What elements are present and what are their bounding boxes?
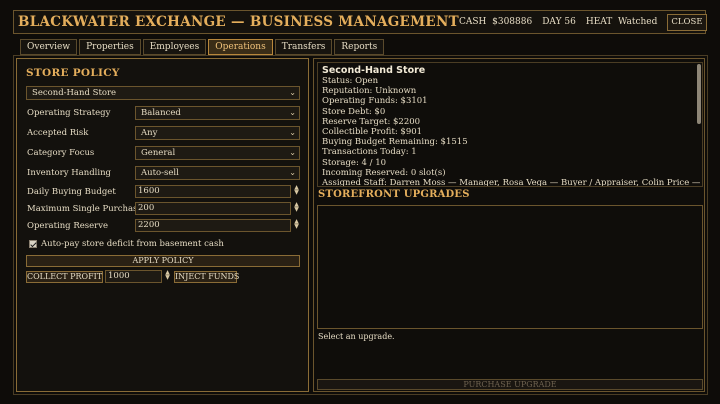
- cash-label: CASH: [458, 17, 487, 27]
- info-line: Reputation: Unknown: [322, 86, 417, 97]
- upgrades-heading: STOREFRONT UPGRADES: [318, 189, 470, 200]
- heat-stat: HEAT Watched: [586, 17, 658, 27]
- category-focus-label: Category Focus: [27, 148, 95, 158]
- max-purchase-stepper[interactable]: ▲ ▼: [292, 202, 301, 215]
- header-stats: CASH $308886 DAY 56 HEAT Watched CLOSE: [459, 13, 707, 31]
- tab-employees[interactable]: Employees: [142, 39, 207, 55]
- cash-stat: CASH $308886: [459, 17, 532, 27]
- max-purchase-label: Maximum Single Purchase: [27, 204, 143, 214]
- day-label: DAY: [542, 17, 562, 27]
- chevron-down-icon: ⌄: [289, 128, 296, 137]
- tab-properties[interactable]: Properties: [79, 39, 141, 55]
- daily-budget-input[interactable]: 1600: [135, 185, 291, 198]
- tab-overview[interactable]: Overview: [20, 39, 78, 55]
- store-info-box: Second-Hand Store Status: Open Reputatio…: [317, 62, 703, 187]
- info-line: Reserve Target: $2200: [322, 116, 421, 127]
- upgrades-list[interactable]: [317, 205, 703, 329]
- operating-reserve-stepper[interactable]: ▲ ▼: [292, 219, 301, 232]
- cash-value: $308886: [492, 17, 533, 27]
- collect-profit-button[interactable]: COLLECT PROFIT: [26, 271, 103, 283]
- app-title: BLACKWATER EXCHANGE — BUSINESS MANAGEMEN…: [18, 14, 459, 30]
- accepted-risk-label: Accepted Risk: [27, 128, 89, 138]
- operating-reserve-input[interactable]: 2200: [135, 219, 291, 232]
- inventory-handling-select[interactable]: Auto-sell ⌄: [135, 166, 300, 180]
- operating-strategy-value: Balanced: [141, 108, 181, 118]
- tab-bar: Overview Properties Employees Operations…: [20, 39, 385, 55]
- upgrade-hint: Select an upgrade.: [318, 332, 395, 341]
- day-stat: DAY 56: [542, 17, 576, 27]
- title-bar: BLACKWATER EXCHANGE — BUSINESS MANAGEMEN…: [13, 10, 707, 34]
- heat-label: HEAT: [585, 17, 613, 27]
- heat-value: Watched: [618, 17, 658, 27]
- info-line: Store Debt: $0: [322, 106, 386, 117]
- store-info-title: Second-Hand Store: [322, 65, 426, 76]
- info-scrollbar[interactable]: [697, 64, 701, 124]
- inventory-handling-label: Inventory Handling: [27, 168, 111, 178]
- chevron-down-icon: ⌄: [289, 88, 296, 97]
- inventory-handling-value: Auto-sell: [141, 168, 179, 178]
- amount-stepper[interactable]: ▲ ▼: [163, 270, 172, 283]
- chevron-down-icon: ⌄: [289, 148, 296, 157]
- daily-budget-stepper[interactable]: ▲ ▼: [292, 185, 301, 198]
- day-value: 56: [564, 17, 576, 27]
- info-line: Operating Funds: $3101: [322, 96, 428, 107]
- info-line: Storage: 4 / 10: [322, 157, 387, 168]
- info-line: Transactions Today: 1: [322, 147, 417, 158]
- store-policy-panel: STORE POLICY Second-Hand Store ⌄ Operati…: [16, 58, 309, 392]
- apply-policy-button[interactable]: APPLY POLICY: [26, 255, 300, 267]
- info-line: Assigned Staff: Darren Moss — Manager, R…: [322, 178, 701, 187]
- info-line: Status: Open: [322, 76, 379, 86]
- category-focus-value: General: [141, 148, 176, 158]
- tab-reports[interactable]: Reports: [334, 39, 385, 55]
- info-line: Incoming Reserved: 0 slot(s): [322, 167, 446, 178]
- close-button[interactable]: CLOSE: [667, 13, 707, 31]
- accepted-risk-select[interactable]: Any ⌄: [135, 126, 300, 140]
- chevron-down-icon: ⌄: [289, 168, 296, 177]
- operating-strategy-label: Operating Strategy: [27, 108, 111, 118]
- max-purchase-input[interactable]: 200: [135, 202, 291, 215]
- operating-reserve-label: Operating Reserve: [27, 221, 109, 231]
- accepted-risk-value: Any: [141, 128, 158, 138]
- tab-transfers[interactable]: Transfers: [274, 39, 333, 55]
- purchase-upgrade-button[interactable]: PURCHASE UPGRADE: [317, 379, 703, 390]
- inject-funds-button[interactable]: INJECT FUNDS: [174, 271, 239, 283]
- daily-budget-label: Daily Buying Budget: [27, 187, 116, 197]
- store-policy-heading: STORE POLICY: [26, 67, 120, 79]
- operating-strategy-select[interactable]: Balanced ⌄: [135, 106, 300, 120]
- info-line: Buying Budget Remaining: $1515: [322, 137, 468, 148]
- info-line: Collectible Profit: $901: [322, 127, 423, 138]
- tab-operations[interactable]: Operations: [208, 39, 273, 55]
- store-select[interactable]: Second-Hand Store ⌄: [26, 86, 300, 100]
- store-details-panel: Second-Hand Store Status: Open Reputatio…: [313, 58, 705, 392]
- autopay-row[interactable]: Auto-pay store deficit from basement cas…: [29, 239, 224, 249]
- amount-input[interactable]: 1000: [105, 270, 162, 283]
- autopay-label: Auto-pay store deficit from basement cas…: [41, 239, 224, 249]
- chevron-down-icon: ⌄: [289, 108, 296, 117]
- store-select-value: Second-Hand Store: [32, 88, 117, 98]
- category-focus-select[interactable]: General ⌄: [135, 146, 300, 160]
- autopay-checkbox[interactable]: [29, 240, 37, 248]
